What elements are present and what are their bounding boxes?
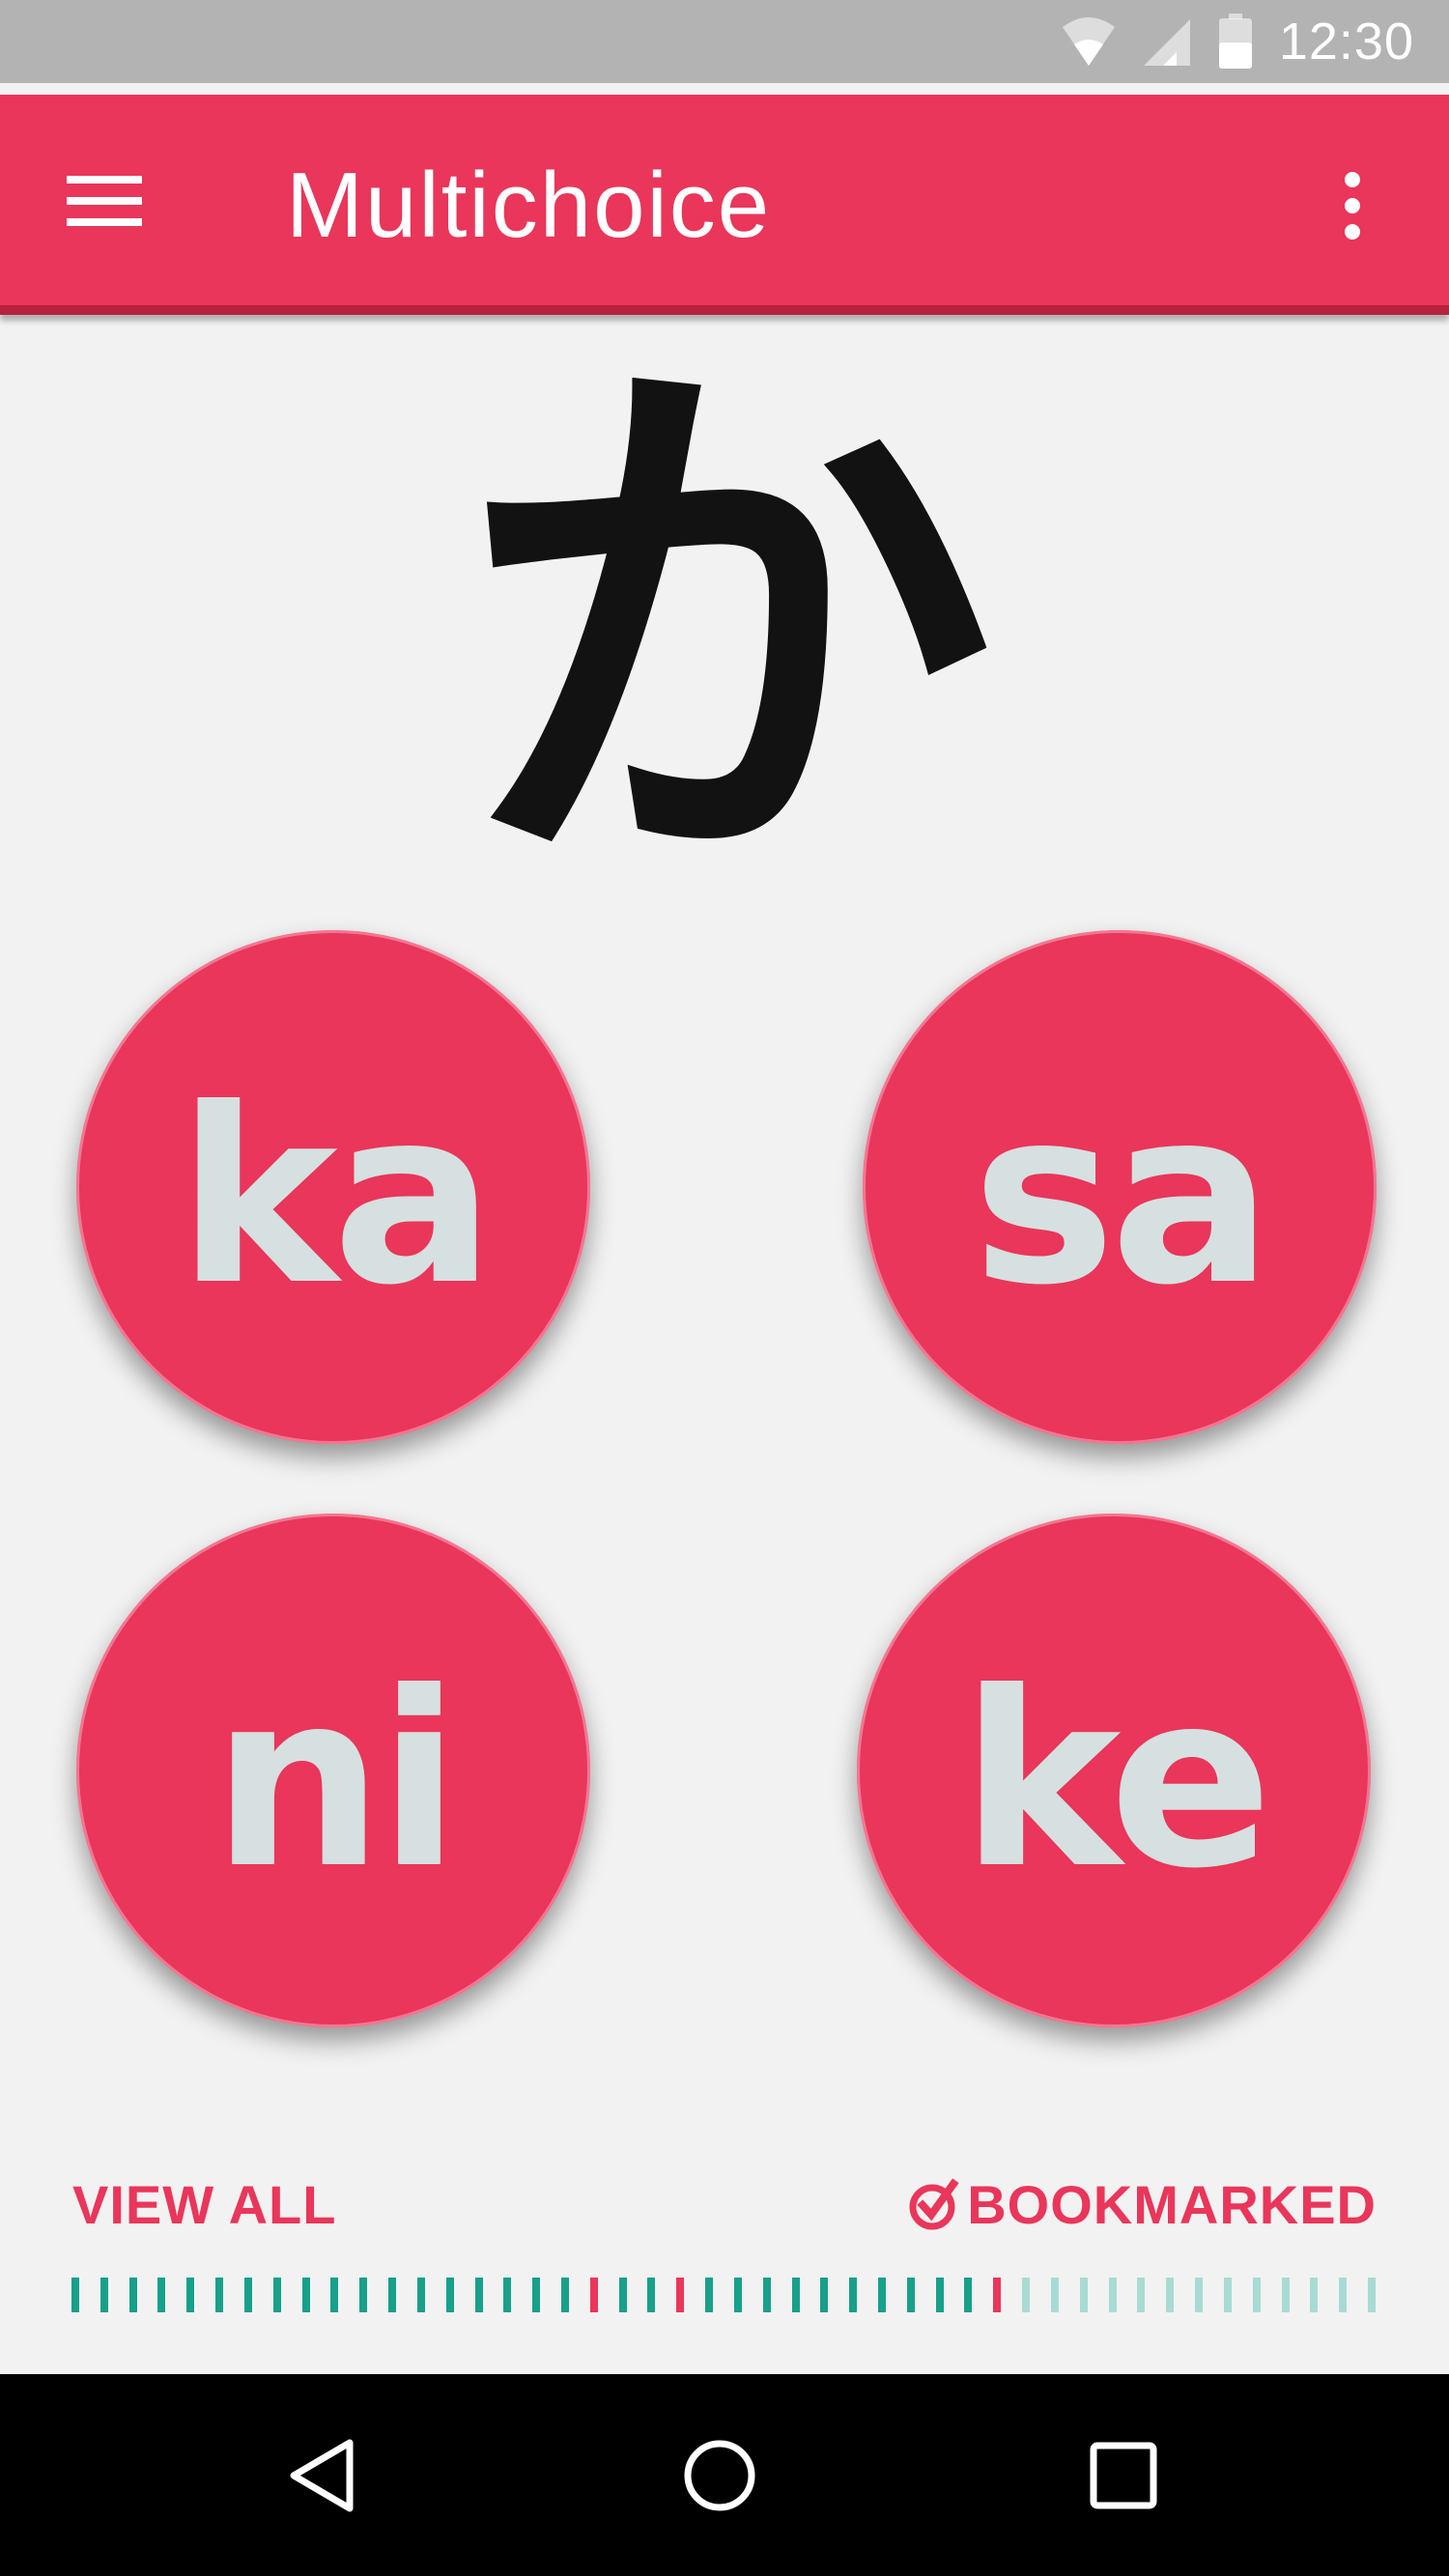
choice-label: ka <box>177 1056 496 1338</box>
wifi-icon <box>1062 17 1115 66</box>
progress-tick <box>619 2278 627 2312</box>
app-bar: Multichoice <box>0 95 1449 315</box>
home-circle-icon <box>684 2440 755 2511</box>
question-kana: か <box>454 313 995 943</box>
progress-tick <box>763 2278 771 2312</box>
progress-tick <box>1109 2278 1117 2312</box>
choice-button-4[interactable]: ke <box>857 1514 1371 2027</box>
back-triangle-icon <box>290 2439 354 2512</box>
progress-tick <box>1137 2278 1145 2312</box>
more-vert-icon <box>1345 172 1360 240</box>
progress-tick <box>1051 2278 1059 2312</box>
progress-tick <box>215 2278 223 2312</box>
progress-tick <box>1368 2278 1376 2312</box>
progress-tick <box>1310 2278 1318 2312</box>
status-divider <box>0 83 1449 95</box>
progress-tick <box>157 2278 165 2312</box>
progress-tick <box>820 2278 828 2312</box>
status-bar: 12:30 <box>0 0 1449 95</box>
navigation-bar <box>0 2374 1449 2576</box>
progress-tick <box>590 2278 598 2312</box>
hamburger-menu-icon <box>67 176 142 226</box>
bookmarked-label: BOOKMARKED <box>967 2174 1377 2235</box>
back-button[interactable] <box>259 2413 384 2538</box>
page-title: Multichoice <box>286 154 772 257</box>
progress-tick <box>359 2278 367 2312</box>
battery-icon <box>1218 14 1252 69</box>
progress-tick <box>273 2278 281 2312</box>
multichoice-screen: 12:30 Multichoice か ka sa ni ke VIEW ALL… <box>0 0 1449 2576</box>
progress-tick <box>561 2278 569 2312</box>
cell-signal-icon <box>1143 19 1190 66</box>
progress-tick <box>1022 2278 1030 2312</box>
status-time: 12:30 <box>1278 13 1414 71</box>
choice-button-1[interactable]: ka <box>76 930 590 1444</box>
progress-tick <box>964 2278 972 2312</box>
progress-tick <box>244 2278 252 2312</box>
recents-square-icon <box>1090 2442 1157 2509</box>
progress-tick <box>388 2278 396 2312</box>
overflow-menu-button[interactable] <box>1314 153 1391 259</box>
progress-tick <box>676 2278 684 2312</box>
bookmarked-link[interactable]: BOOKMARKED <box>907 2173 1377 2236</box>
progress-tick <box>1253 2278 1261 2312</box>
choice-button-2[interactable]: sa <box>863 930 1377 1444</box>
progress-tick <box>1282 2278 1290 2312</box>
progress-tick <box>1224 2278 1232 2312</box>
progress-track <box>71 2278 1376 2312</box>
progress-tick <box>532 2278 540 2312</box>
menu-button[interactable] <box>56 162 153 240</box>
status-icons: 12:30 <box>1061 0 1414 83</box>
progress-tick <box>993 2278 1001 2312</box>
progress-tick <box>1080 2278 1088 2312</box>
progress-tick <box>417 2278 425 2312</box>
progress-tick <box>907 2278 915 2312</box>
progress-tick <box>647 2278 655 2312</box>
progress-tick <box>503 2278 511 2312</box>
progress-tick <box>475 2278 483 2312</box>
progress-tick <box>936 2278 944 2312</box>
progress-tick <box>1195 2278 1203 2312</box>
progress-tick <box>330 2278 338 2312</box>
progress-tick <box>1339 2278 1347 2312</box>
progress-tick <box>186 2278 194 2312</box>
check-badge-icon <box>909 2177 959 2229</box>
progress-tick <box>792 2278 800 2312</box>
progress-tick <box>734 2278 742 2312</box>
choice-label: sa <box>972 1056 1273 1338</box>
view-all-link[interactable]: VIEW ALL <box>72 2173 336 2236</box>
progress-tick <box>1166 2278 1174 2312</box>
progress-tick <box>129 2278 137 2312</box>
progress-tick <box>302 2278 310 2312</box>
choice-label: ke <box>960 1639 1272 1921</box>
home-button[interactable] <box>657 2413 782 2538</box>
choice-label: ni <box>212 1639 461 1921</box>
recents-button[interactable] <box>1061 2413 1186 2538</box>
progress-tick <box>100 2278 108 2312</box>
choice-button-3[interactable]: ni <box>76 1514 590 2027</box>
progress-tick <box>878 2278 886 2312</box>
progress-tick <box>849 2278 857 2312</box>
progress-tick <box>71 2278 79 2312</box>
progress-tick <box>705 2278 713 2312</box>
progress-tick <box>446 2278 454 2312</box>
